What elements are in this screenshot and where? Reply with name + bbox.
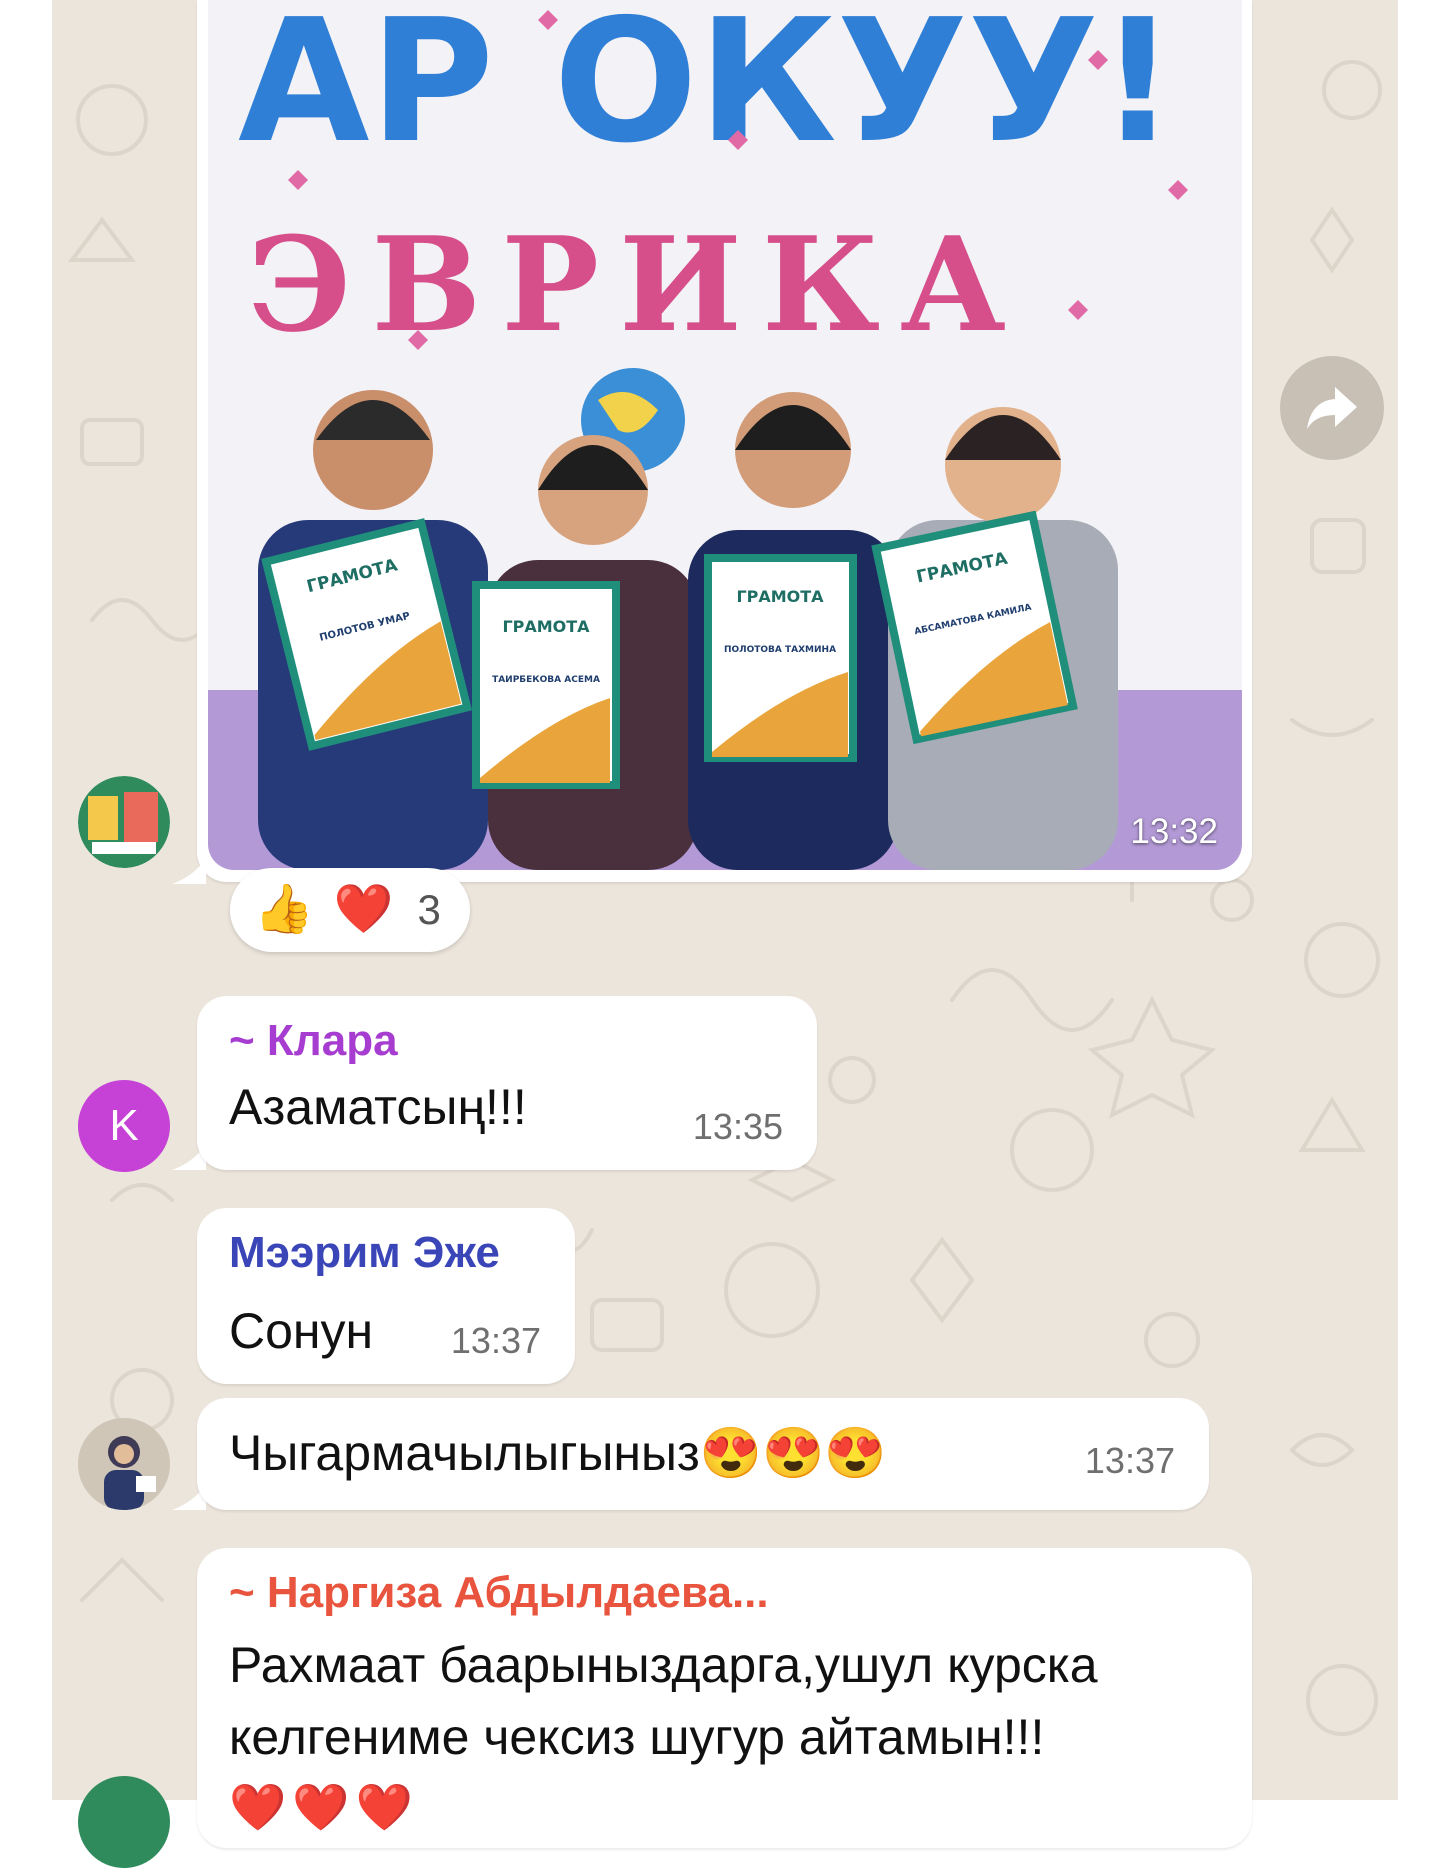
thumbs-up-emoji: 👍 <box>254 883 314 936</box>
reactions-pill[interactable]: 👍 ❤️ 3 <box>230 868 470 952</box>
message-text-line1: Рахмаат баарыныздарга,ушул курска <box>229 1637 1098 1693</box>
avatar-meerim[interactable] <box>78 1418 170 1510</box>
photo-image: АР ОКУУ! ЭВРИКА ГРАМОТА ПОЛОТОВ УМАР ГРА… <box>208 0 1242 870</box>
group-logo-image <box>78 776 170 868</box>
message-text: Азаматсың!!! <box>229 1079 527 1135</box>
certificate-name: ПОЛОТОВА ТАХМИНА <box>724 645 836 655</box>
certificate-title: ГРАМОТА <box>502 617 590 636</box>
certificate-name: ТАИРБЕКОВА АСЕМА <box>492 675 600 685</box>
message-bubble-nargiza[interactable]: ~ Наргиза Абдылдаева... Рахмаат баарыныз… <box>197 1548 1252 1848</box>
message-bubble-meerim-2[interactable]: Чыгармачылыгыныз😍😍😍 13:37 <box>197 1398 1209 1510</box>
sender-name[interactable]: Мээрим Эже <box>229 1228 500 1278</box>
forward-arrow-icon <box>1307 387 1357 429</box>
message-text-line2: келгениме чексиз шугур айтамын!!! <box>229 1709 1045 1765</box>
banner-text-line1: АР ОКУУ! <box>238 0 1177 181</box>
sender-name[interactable]: ~ Наргиза Абдылдаева... <box>229 1568 769 1618</box>
message-bubble-meerim[interactable]: Мээрим Эже Сонун 13:37 <box>197 1208 575 1384</box>
message-time: 13:35 <box>692 1106 783 1147</box>
certificate-title: ГРАМОТА <box>736 587 824 606</box>
reaction-count: 3 <box>417 886 441 933</box>
message-time: 13:32 <box>1130 812 1218 851</box>
message-time: 13:37 <box>450 1320 541 1361</box>
avatar-photo <box>78 1418 170 1510</box>
message-text: Сонун <box>229 1303 374 1359</box>
hearts-emoji: ❤️❤️❤️ <box>229 1781 419 1833</box>
group-avatar[interactable] <box>78 776 170 868</box>
sender-name[interactable]: ~ Клара <box>229 1016 398 1066</box>
banner-text-line2: ЭВРИКА <box>248 208 1026 361</box>
shared-photo[interactable]: АР ОКУУ! ЭВРИКА ГРАМОТА ПОЛОТОВ УМАР ГРА… <box>208 0 1242 870</box>
message-text: Чыгармачылыгыныз😍😍😍 <box>229 1425 887 1481</box>
forward-button[interactable] <box>1280 356 1384 460</box>
avatar-klara[interactable]: K <box>78 1080 170 1172</box>
bubble-tail <box>172 858 206 884</box>
message-bubble-klara[interactable]: ~ Клара Азаматсың!!! 13:35 <box>197 996 817 1170</box>
message-time: 13:37 <box>1084 1440 1175 1481</box>
heart-emoji: ❤️ <box>333 883 394 936</box>
group-avatar-2[interactable] <box>78 1776 170 1868</box>
